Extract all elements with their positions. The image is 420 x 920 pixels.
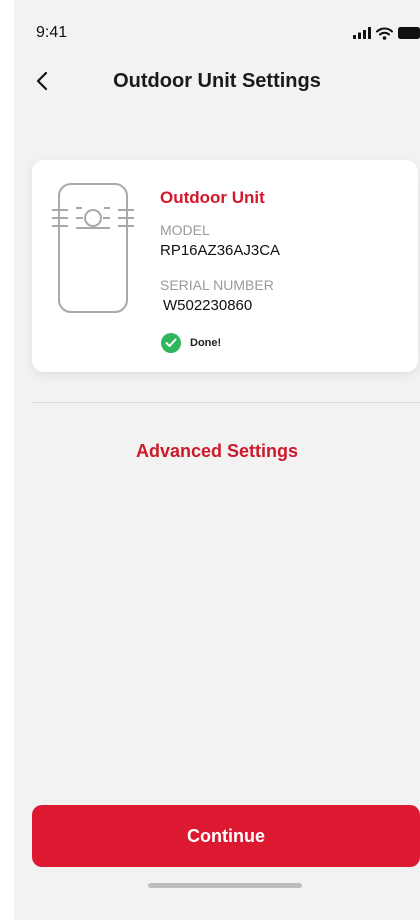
status-time: 9:41 bbox=[36, 24, 68, 41]
model-label: MODEL bbox=[160, 222, 210, 238]
status-icons bbox=[353, 26, 420, 40]
app-screen: 9:41 Outdoor Unit Settings Outdoor Unit … bbox=[14, 0, 420, 920]
home-indicator bbox=[148, 883, 302, 888]
outdoor-unit-card: Outdoor Unit MODEL RP16AZ36AJ3CA SERIAL … bbox=[32, 160, 418, 372]
status-text: Done! bbox=[190, 337, 222, 349]
status-bar: 9:41 bbox=[14, 0, 420, 58]
model-value: RP16AZ36AJ3CA bbox=[160, 242, 281, 259]
check-circle-icon bbox=[161, 333, 181, 353]
divider bbox=[32, 402, 420, 403]
continue-button[interactable]: Continue bbox=[32, 805, 420, 867]
serial-number-value: W502230860 bbox=[163, 297, 253, 314]
status-row: Done! bbox=[161, 333, 221, 353]
nav-bar: Outdoor Unit Settings bbox=[14, 58, 420, 108]
battery-icon bbox=[398, 27, 420, 39]
outdoor-unit-icon bbox=[50, 180, 136, 318]
advanced-settings-link[interactable]: Advanced Settings bbox=[14, 441, 420, 462]
page-title: Outdoor Unit Settings bbox=[113, 70, 321, 92]
wifi-icon bbox=[376, 27, 393, 40]
signal-icon bbox=[353, 27, 371, 39]
serial-number-label: SERIAL NUMBER bbox=[160, 277, 274, 293]
unit-title: Outdoor Unit bbox=[160, 188, 265, 207]
